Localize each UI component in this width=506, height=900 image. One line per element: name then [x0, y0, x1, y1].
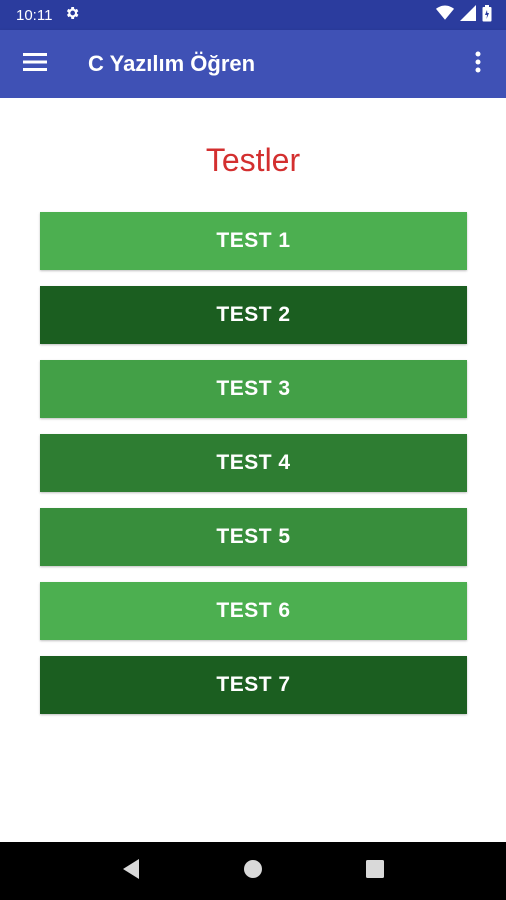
battery-icon	[482, 4, 492, 26]
recents-icon	[366, 860, 384, 882]
more-vert-icon	[475, 51, 481, 77]
page-title: Testler	[205, 142, 301, 178]
back-button[interactable]	[106, 846, 156, 896]
app-title: C Yazılım Öğren	[88, 51, 256, 76]
hamburger-menu-icon	[23, 52, 47, 76]
test-2-button[interactable]: TEST 2	[40, 286, 467, 344]
status-right	[436, 4, 492, 26]
status-bar: 10:11	[0, 0, 506, 30]
navigation-bar	[0, 842, 506, 900]
status-time: 10:11	[16, 6, 53, 24]
test-4-button[interactable]: TEST 4	[40, 434, 467, 492]
wifi-icon	[436, 5, 454, 25]
test-1-button[interactable]: TEST 1	[40, 212, 467, 270]
test-3-button[interactable]: TEST 3	[40, 360, 467, 418]
test-7-button[interactable]: TEST 7	[40, 656, 467, 714]
recents-button[interactable]	[350, 846, 400, 896]
status-left: 10:11	[16, 5, 80, 25]
signal-icon	[460, 5, 476, 25]
home-icon	[243, 859, 263, 883]
app-bar: C Yazılım Öğren	[0, 30, 506, 98]
back-icon	[121, 858, 141, 884]
home-button[interactable]	[228, 846, 278, 896]
test-6-button[interactable]: TEST 6	[40, 582, 467, 640]
menu-button[interactable]	[0, 30, 70, 98]
overflow-menu-button[interactable]	[450, 30, 506, 98]
settings-icon	[64, 5, 80, 25]
test-5-button[interactable]: TEST 5	[40, 508, 467, 566]
main-content: Testler TEST 1 TEST 2 TEST 3 TEST 4 TEST…	[0, 98, 506, 842]
